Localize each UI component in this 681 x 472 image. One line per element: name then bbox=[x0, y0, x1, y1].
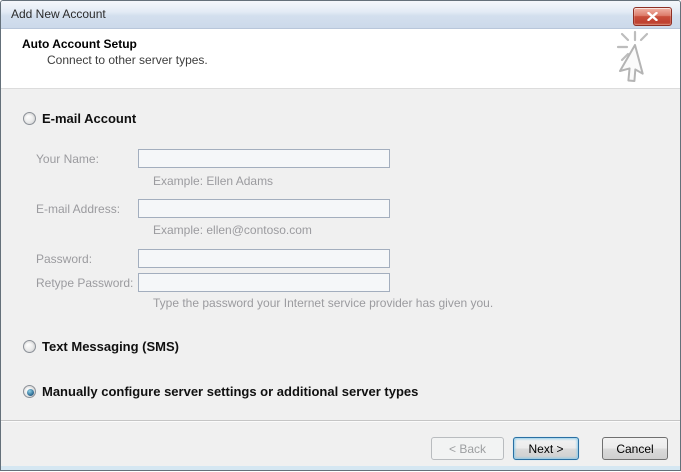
page-subtitle: Connect to other server types. bbox=[47, 53, 208, 67]
cancel-button[interactable]: Cancel bbox=[602, 437, 668, 460]
password-label: Password: bbox=[36, 252, 93, 266]
radio-circle-selected-icon bbox=[23, 385, 36, 398]
radio-label: E-mail Account bbox=[42, 111, 137, 126]
window-title: Add New Account bbox=[11, 7, 106, 21]
page-title: Auto Account Setup bbox=[22, 37, 137, 51]
password-hint: Type the password your Internet service … bbox=[153, 296, 494, 310]
header: Auto Account Setup Connect to other serv… bbox=[1, 29, 680, 89]
email-address-hint: Example: ellen@contoso.com bbox=[153, 223, 312, 237]
radio-manual-configure[interactable]: Manually configure server settings or ad… bbox=[23, 384, 418, 399]
add-new-account-dialog: Add New Account Auto Account Setup Conne… bbox=[0, 0, 681, 471]
window-bottom-edge bbox=[1, 466, 680, 470]
password-field bbox=[138, 249, 390, 268]
retype-password-field bbox=[138, 273, 390, 292]
radio-email-account[interactable]: E-mail Account bbox=[23, 111, 136, 126]
your-name-label: Your Name: bbox=[36, 152, 99, 166]
radio-circle-icon bbox=[23, 340, 36, 353]
radio-circle-icon bbox=[23, 112, 36, 125]
close-button[interactable] bbox=[633, 7, 672, 26]
your-name-field bbox=[138, 149, 390, 168]
close-icon bbox=[647, 12, 658, 21]
retype-password-label: Retype Password: bbox=[36, 276, 134, 290]
next-button[interactable]: Next > bbox=[513, 437, 579, 460]
mouse-click-pointer-icon bbox=[616, 30, 649, 83]
titlebar: Add New Account bbox=[1, 1, 680, 29]
email-address-label: E-mail Address: bbox=[36, 202, 121, 216]
footer: < Back Next > Cancel bbox=[1, 422, 680, 468]
back-button: < Back bbox=[431, 437, 504, 460]
email-address-field bbox=[138, 199, 390, 218]
radio-label: Text Messaging (SMS) bbox=[42, 339, 180, 354]
radio-label: Manually configure server settings or ad… bbox=[42, 384, 419, 399]
radio-text-messaging[interactable]: Text Messaging (SMS) bbox=[23, 339, 179, 354]
your-name-hint: Example: Ellen Adams bbox=[153, 174, 274, 188]
dialog-body: E-mail Account Your Name: Example: Ellen… bbox=[1, 89, 680, 420]
